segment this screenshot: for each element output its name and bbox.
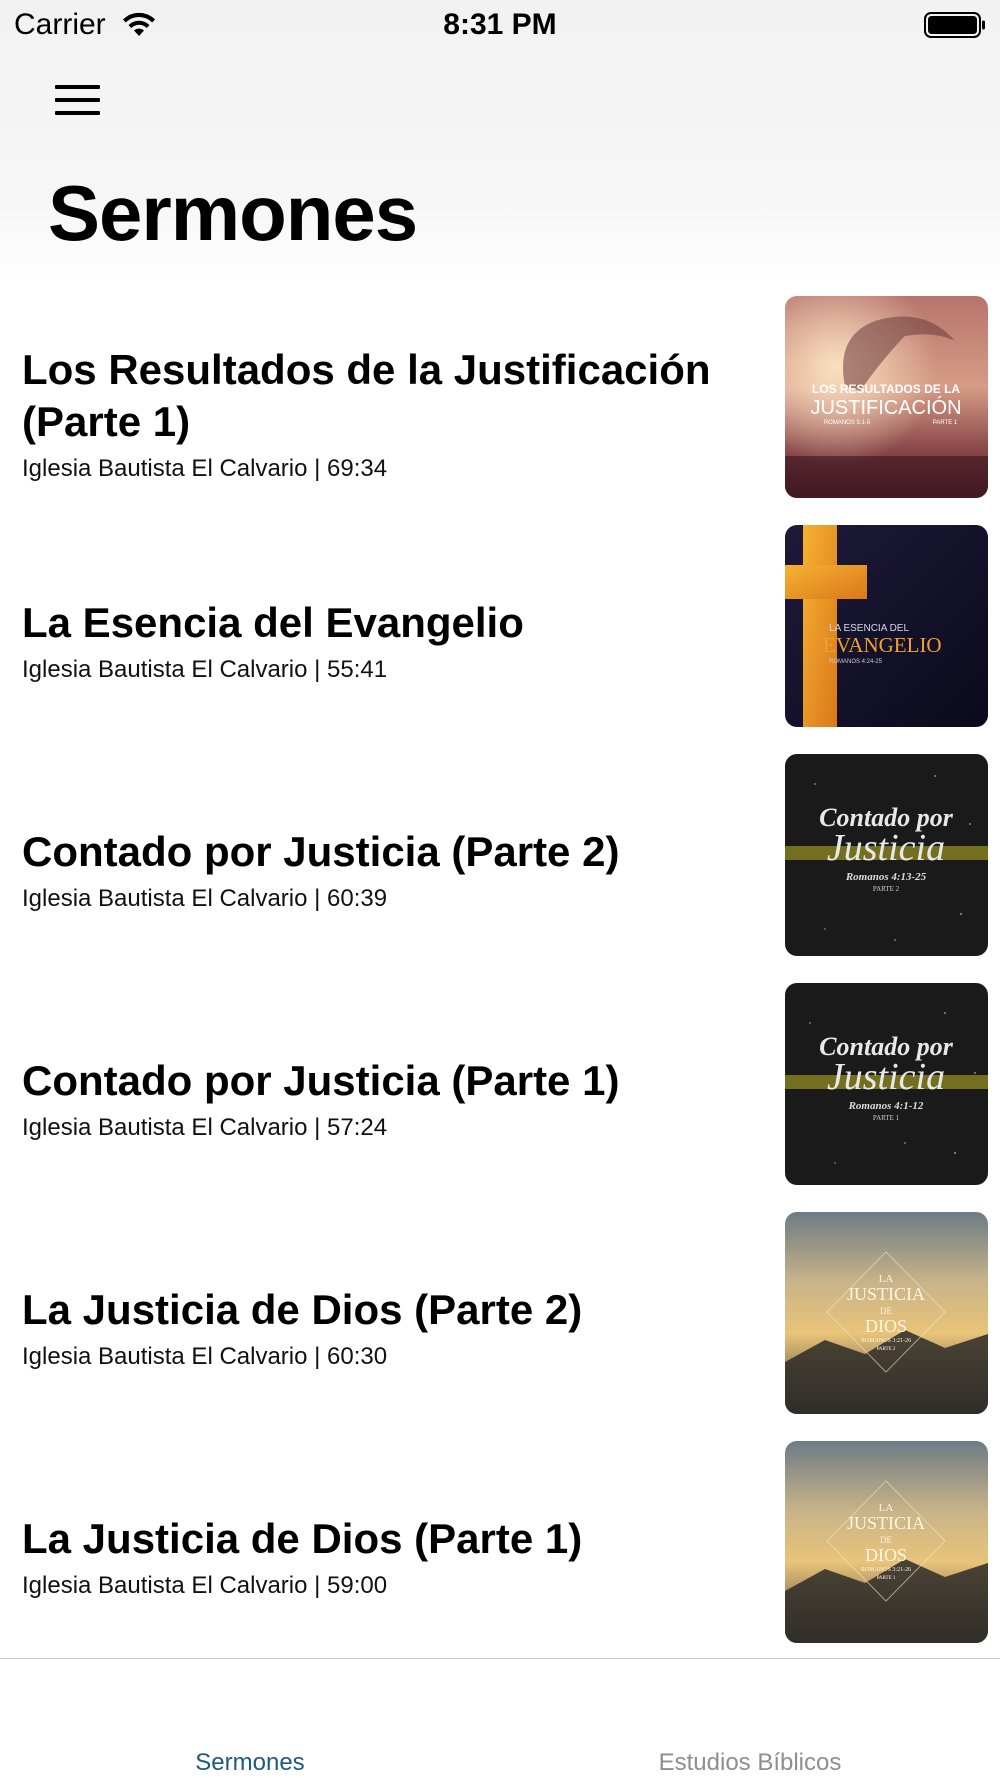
sermon-row[interactable]: Contado por Justicia (Parte 2) Iglesia B… — [0, 740, 1000, 969]
thumb-line: DIOS — [865, 1316, 907, 1336]
page-title: Sermones — [48, 169, 418, 257]
hamburger-menu-icon[interactable] — [50, 80, 106, 124]
sermon-title: Contado por Justicia (Parte 2) — [22, 828, 620, 875]
status-time: 8:31 PM — [443, 8, 557, 41]
thumb-line: PARTE 1 — [873, 1114, 900, 1122]
sermon-title: Contado por Justicia (Parte 1) — [22, 1057, 620, 1104]
menu-line — [55, 111, 100, 115]
thumb-line: PARTE 1 — [877, 1576, 896, 1581]
sermon-thumbnail: LOS RESULTADOS DE LA JUSTIFICACIÓN ROMAN… — [785, 296, 988, 498]
thumb-line: PARTE 2 — [873, 885, 900, 893]
thumb-line: Justicia — [827, 1056, 945, 1098]
thumb-line: LOS RESULTADOS DE LA — [812, 382, 961, 396]
sermon-thumbnail: Contado por Justicia Romanos 4:1-12 PART… — [785, 983, 988, 1185]
sermon-text: La Justicia de Dios (Parte 2) Iglesia Ba… — [22, 1284, 762, 1372]
sermon-thumbnail: LA JUSTICIA DE DIOS ROMANOS 3:21-26 PART… — [785, 1441, 988, 1643]
sermon-title: La Justicia de Dios (Parte 1) — [22, 1515, 583, 1562]
tab-estudios-biblicos[interactable]: Estudios Bíblicos — [620, 1749, 880, 1777]
thumb-line: JUSTICIA — [847, 1513, 925, 1533]
thumb-line: DIOS — [865, 1545, 907, 1565]
status-bar: Carrier 8:31 PM — [0, 0, 1000, 50]
thumb-line: Romanos 4:13-25 — [845, 871, 927, 883]
sermon-row[interactable]: Los Resultados de la Justificación (Part… — [0, 282, 1000, 511]
battery-icon — [924, 12, 985, 38]
sermon-text: Los Resultados de la Justificación (Part… — [22, 344, 762, 484]
sermon-thumbnail: LA ESENCIA DEL EVANGELIO ROMANOS 4:24-25 — [785, 525, 988, 727]
thumb-line: Romanos 4:1-12 — [848, 1100, 924, 1112]
sermon-thumbnail: LA JUSTICIA DE DIOS ROMANOS 3:21-26 PART… — [785, 1212, 988, 1414]
sermon-text: Contado por Justicia (Parte 1) Iglesia B… — [22, 1055, 762, 1143]
thumb-line: DE — [880, 1535, 892, 1545]
tab-bar: Sermones Estudios Bíblicos — [0, 1658, 1000, 1778]
sermon-row[interactable]: Contado por Justicia (Parte 1) Iglesia B… — [0, 969, 1000, 1198]
thumb-line: PARTE 2 — [877, 1347, 896, 1352]
sermon-row[interactable]: La Justicia de Dios (Parte 2) Iglesia Ba… — [0, 1198, 1000, 1427]
sermon-subtitle: Iglesia Bautista El Calvario | 69:34 — [22, 455, 388, 482]
thumb-line: ROMANOS 3:21-26 — [861, 1338, 911, 1344]
thumb-line: ROMANOS 4:24-25 — [829, 659, 883, 665]
sermon-subtitle: Iglesia Bautista El Calvario | 57:24 — [22, 1114, 388, 1141]
sermon-text: La Esencia del Evangelio Iglesia Bautist… — [22, 597, 762, 685]
sermon-title: Los Resultados de la Justificación (Part… — [22, 346, 711, 445]
sermon-list[interactable]: Los Resultados de la Justificación (Part… — [0, 282, 1000, 1656]
sermon-row[interactable]: La Esencia del Evangelio Iglesia Bautist… — [0, 511, 1000, 740]
thumb-line: ROMANOS 3:21-26 — [861, 1567, 911, 1573]
sermon-subtitle: Iglesia Bautista El Calvario | 60:39 — [22, 885, 388, 912]
sermon-title: La Esencia del Evangelio — [22, 599, 524, 646]
thumb-line: JUSTIFICACIÓN — [810, 396, 961, 419]
thumb-line: PARTE 1 — [933, 420, 958, 426]
sermon-subtitle: Iglesia Bautista El Calvario | 55:41 — [22, 656, 388, 683]
menu-line — [55, 98, 100, 102]
sermon-row[interactable]: La Justicia de Dios (Parte 1) Iglesia Ba… — [0, 1427, 1000, 1656]
thumb-line: DE — [880, 1306, 892, 1316]
menu-line — [55, 85, 100, 89]
thumb-line: JUSTICIA — [847, 1284, 925, 1304]
thumb-line: EVANGELIO — [823, 633, 942, 657]
sermon-subtitle: Iglesia Bautista El Calvario | 59:00 — [22, 1572, 388, 1599]
sermon-subtitle: Iglesia Bautista El Calvario | 60:30 — [22, 1343, 388, 1370]
thumb-line: ROMANOS 5:1-5 — [824, 420, 871, 426]
sermon-text: La Justicia de Dios (Parte 1) Iglesia Ba… — [22, 1513, 762, 1601]
sermon-text: Contado por Justicia (Parte 2) Iglesia B… — [22, 826, 762, 914]
tab-sermones[interactable]: Sermones — [150, 1749, 350, 1777]
sermon-thumbnail: Contado por Justicia Romanos 4:13-25 PAR… — [785, 754, 988, 956]
sermon-title: La Justicia de Dios (Parte 2) — [22, 1286, 583, 1333]
thumb-line: Justicia — [827, 827, 945, 869]
